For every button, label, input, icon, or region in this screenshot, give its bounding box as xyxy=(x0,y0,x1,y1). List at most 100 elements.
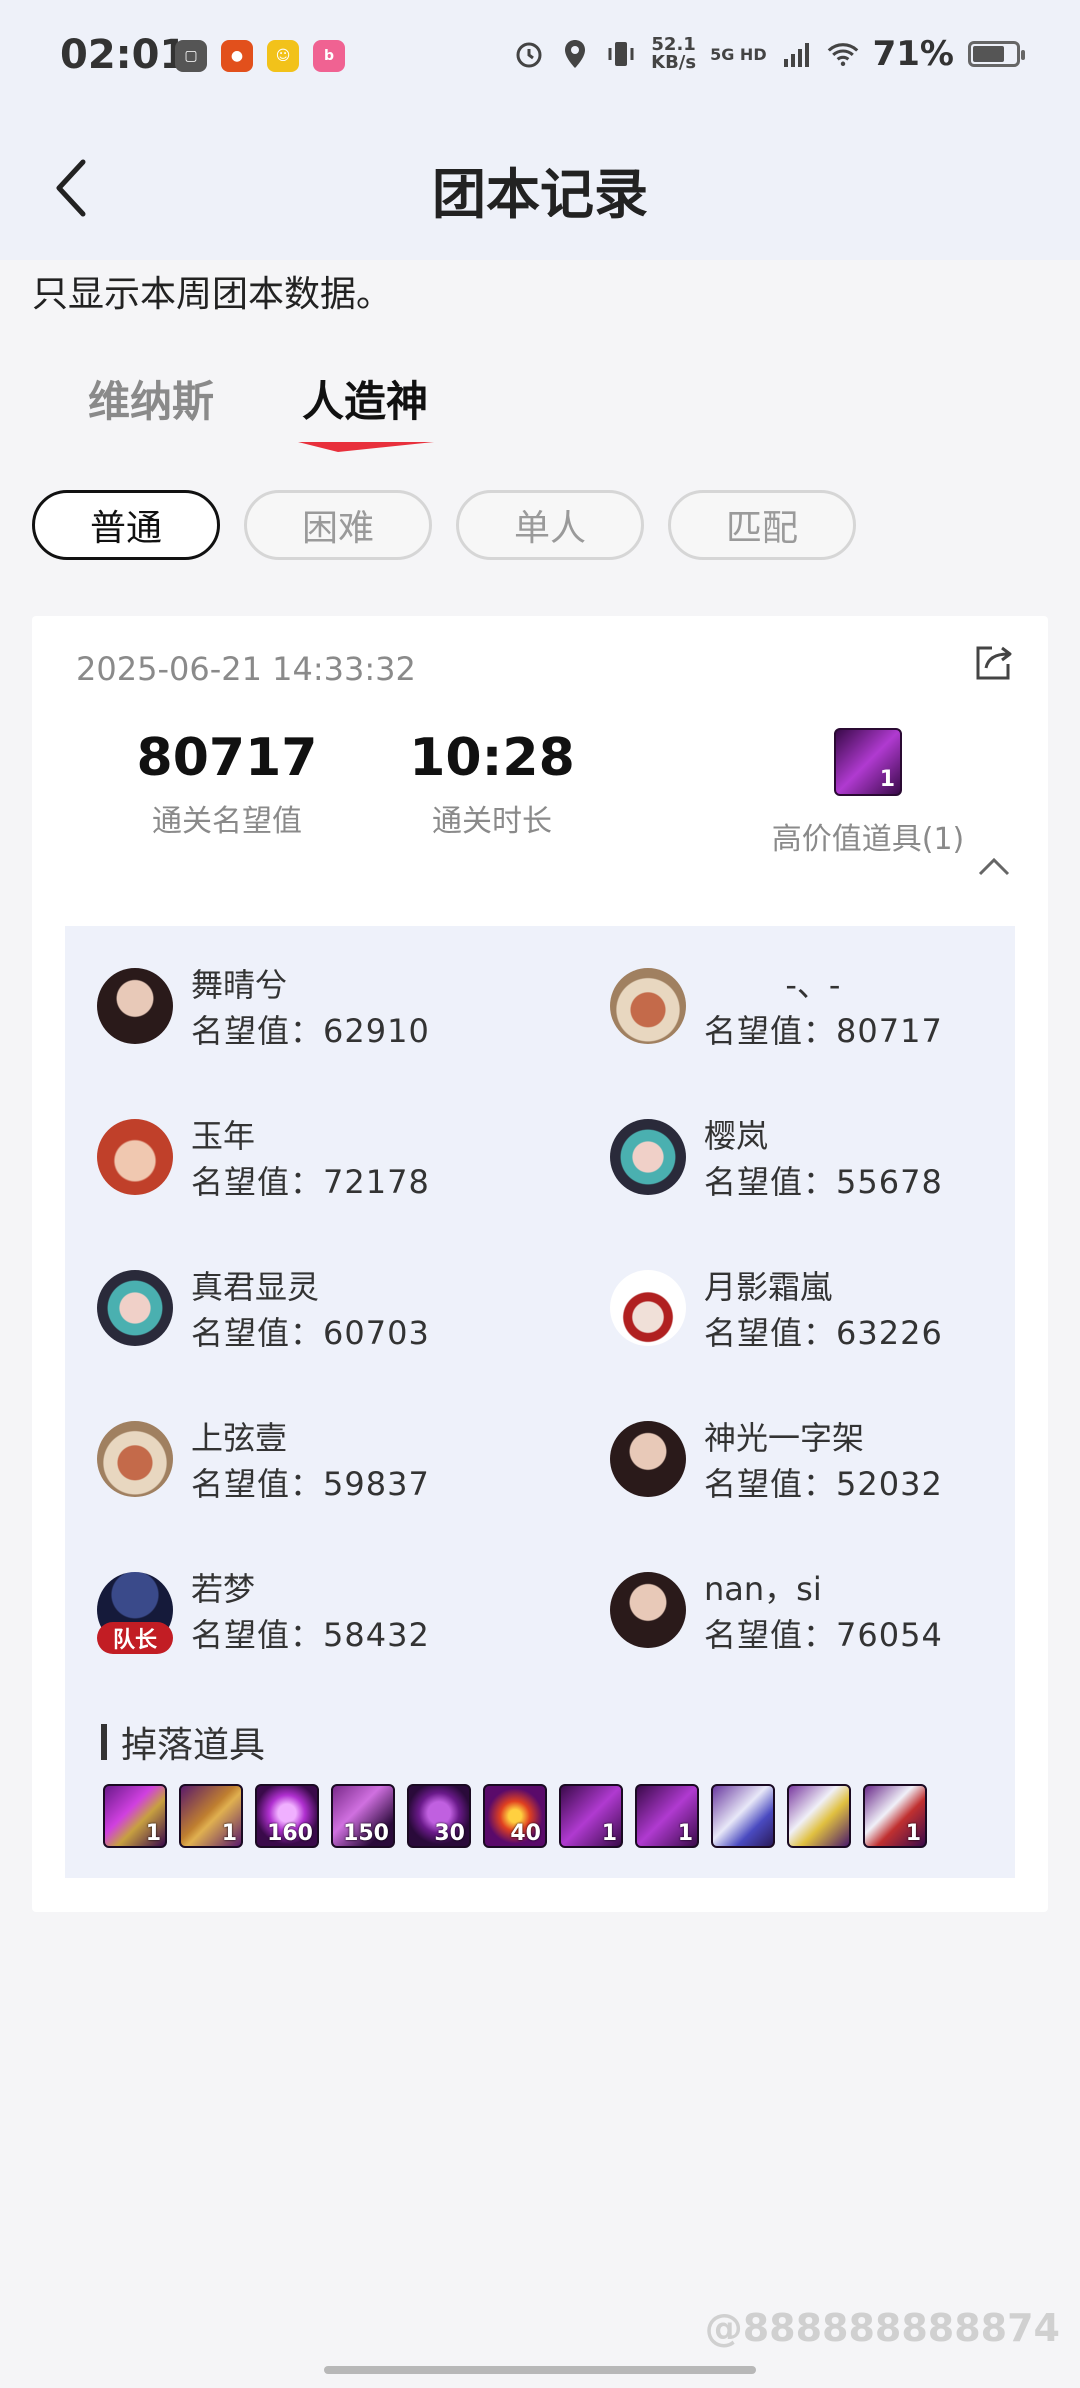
status-app-icons: ▢ ● ☺ b xyxy=(175,40,345,72)
member-reputation: 名望值：76054 xyxy=(704,1616,943,1654)
member-name: 舞晴兮 xyxy=(191,966,288,1004)
drop-item-icon[interactable]: 30 xyxy=(407,1784,471,1848)
avatar xyxy=(610,968,686,1044)
chevron-up-icon[interactable] xyxy=(976,854,1012,878)
battery-icon xyxy=(968,41,1025,67)
reputation-value: 80717 xyxy=(136,728,318,788)
watermark: @888888888874 xyxy=(704,2306,1060,2350)
page-title: 团本记录 xyxy=(432,163,648,226)
battery-percent: 71% xyxy=(872,34,954,74)
member-reputation: 名望值：52032 xyxy=(704,1465,943,1503)
drop-item-icon[interactable] xyxy=(711,1784,775,1848)
drop-item-icon[interactable]: 1 xyxy=(103,1784,167,1848)
drop-count: 30 xyxy=(434,1821,465,1846)
notice-text: 只显示本周团本数据。 xyxy=(32,274,393,315)
member-reputation: 名望值：72178 xyxy=(191,1163,430,1201)
member-card[interactable]: 玉年 名望值：72178 xyxy=(97,1111,537,1211)
tab-artificial-god[interactable]: 人造神 xyxy=(302,368,428,429)
drop-count: 1 xyxy=(601,1821,617,1846)
member-reputation: 名望值：58432 xyxy=(191,1616,430,1654)
filter-hard[interactable]: 困难 xyxy=(244,490,432,560)
member-card[interactable]: 真君显灵 名望值：60703 xyxy=(97,1262,537,1362)
status-bar: 02:01 ▢ ● ☺ b 52.1 KB/s 5G HD 71% xyxy=(0,0,1080,120)
net-speed-unit: KB/s xyxy=(651,52,697,73)
member-card[interactable]: 神光一字架 名望值：52032 xyxy=(610,1413,1050,1513)
drop-count: 1 xyxy=(145,1821,161,1846)
vibrate-icon xyxy=(605,38,637,70)
member-reputation: 名望值：55678 xyxy=(704,1163,943,1201)
drop-count: 160 xyxy=(267,1821,313,1846)
signal-icon xyxy=(781,38,813,70)
filter-solo[interactable]: 单人 xyxy=(456,490,644,560)
member-name: 上弦壹 xyxy=(191,1419,288,1457)
member-name: 樱岚 xyxy=(704,1117,769,1155)
member-reputation: 名望值：62910 xyxy=(191,1012,430,1050)
share-icon[interactable] xyxy=(972,640,1016,684)
member-card[interactable]: nan，si 名望值：76054 xyxy=(610,1564,1050,1664)
drop-item-icon[interactable]: 1 xyxy=(179,1784,243,1848)
member-card[interactable]: 舞晴兮 名望值：62910 xyxy=(97,960,537,1060)
home-indicator[interactable] xyxy=(324,2366,756,2374)
avatar xyxy=(610,1421,686,1497)
member-name: 真君显灵 xyxy=(191,1268,320,1306)
drop-item-icon[interactable]: 1 xyxy=(635,1784,699,1848)
game-app-icon: ● xyxy=(221,40,253,72)
stat-reputation: 80717 通关名望值 xyxy=(102,728,352,840)
member-card[interactable]: -、- 名望值：80717 xyxy=(610,960,1050,1060)
drop-item-icon[interactable]: 160 xyxy=(255,1784,319,1848)
network-type: 5G HD xyxy=(710,44,767,64)
drops-section-title: 掉落道具 xyxy=(101,1716,265,1768)
member-card[interactable]: 上弦壹 名望值：59837 xyxy=(97,1413,537,1513)
record-datetime: 2025-06-21 14:33:32 xyxy=(76,650,416,688)
drop-count: 1 xyxy=(905,1821,921,1846)
stat-high-value-items: 1 高价值道具(1) xyxy=(758,728,978,858)
reputation-label: 通关名望值 xyxy=(152,804,302,839)
member-card[interactable]: 队长 若梦 名望值：58432 xyxy=(97,1564,537,1664)
avatar xyxy=(97,1270,173,1346)
raid-record-card: 2025-06-21 14:33:32 80717 通关名望值 10:28 通关… xyxy=(32,616,1048,1912)
tv-app-icon: ▢ xyxy=(175,40,207,72)
drop-item-icon[interactable]: 1 xyxy=(559,1784,623,1848)
member-reputation: 名望值：80717 xyxy=(704,1012,943,1050)
member-name: 神光一字架 xyxy=(704,1419,865,1457)
drop-count: 1 xyxy=(221,1821,237,1846)
drop-items: 1 1 160 150 30 40 1 1 1 xyxy=(103,1784,927,1848)
alarm-icon xyxy=(513,38,545,70)
wifi-icon xyxy=(827,38,859,70)
drop-item-icon[interactable]: 40 xyxy=(483,1784,547,1848)
difficulty-filters: 普通 困难 单人 匹配 xyxy=(32,490,856,560)
face-app-icon: ☺ xyxy=(267,40,299,72)
title-bar-decoration xyxy=(101,1724,107,1760)
avatar xyxy=(97,1421,173,1497)
member-card[interactable]: 樱岚 名望值：55678 xyxy=(610,1111,1050,1211)
avatar xyxy=(610,1572,686,1648)
avatar xyxy=(610,1119,686,1195)
drops-title-text: 掉落道具 xyxy=(121,1725,266,1766)
member-reputation: 名望值：63226 xyxy=(704,1314,943,1352)
active-tab-indicator xyxy=(298,442,434,452)
drop-item-icon[interactable] xyxy=(787,1784,851,1848)
high-value-item-icon[interactable]: 1 xyxy=(834,728,902,796)
nav-bar: 团本记录 xyxy=(0,120,1080,260)
filter-match[interactable]: 匹配 xyxy=(668,490,856,560)
duration-label: 通关时长 xyxy=(432,804,552,839)
duration-value: 10:28 xyxy=(409,728,575,788)
member-card[interactable]: 月影霜嵐 名望值：63226 xyxy=(610,1262,1050,1362)
drop-item-icon[interactable]: 150 xyxy=(331,1784,395,1848)
member-name: -、- xyxy=(704,966,841,1004)
filter-normal[interactable]: 普通 xyxy=(32,490,220,560)
member-reputation: 名望值：60703 xyxy=(191,1314,430,1352)
avatar xyxy=(97,968,173,1044)
member-name: nan，si xyxy=(704,1570,822,1608)
avatar xyxy=(97,1119,173,1195)
member-name: 若梦 xyxy=(191,1570,256,1608)
location-icon xyxy=(559,38,591,70)
tab-venus[interactable]: 维纳斯 xyxy=(88,368,214,429)
record-details: 舞晴兮 名望值：62910 -、- 名望值：80717 玉年 名望值：72178… xyxy=(65,926,1015,1878)
bilibili-app-icon: b xyxy=(313,40,345,72)
member-name: 月影霜嵐 xyxy=(704,1268,833,1306)
boss-tabs: 维纳斯 人造神 xyxy=(0,360,1080,460)
high-value-label: 高价值道具(1) xyxy=(771,822,965,857)
captain-badge: 队长 xyxy=(97,1622,173,1654)
drop-item-icon[interactable]: 1 xyxy=(863,1784,927,1848)
